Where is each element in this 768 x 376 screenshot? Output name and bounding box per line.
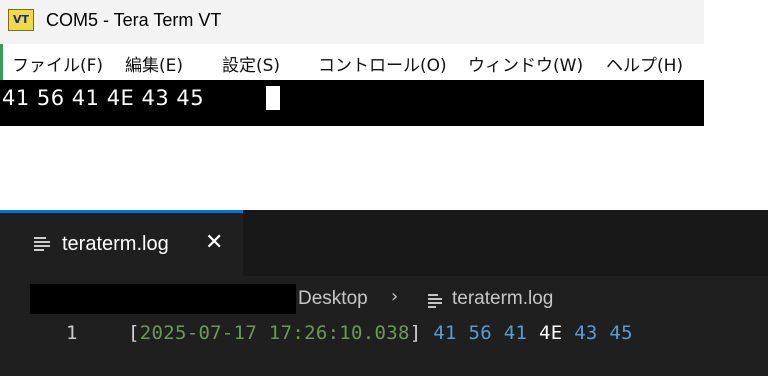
line-number: 1 [66,322,78,344]
menu-edit[interactable]: 編集(E) [125,51,183,76]
hex-value: 45 [609,322,633,344]
terminal-output: 41 56 41 4E 43 45 [2,86,205,110]
menu-control[interactable]: コントロール(O) [318,51,447,76]
hex-value: 4E [538,322,563,344]
hex-value: 43 [574,322,598,344]
tab-teraterm-log[interactable]: teraterm.log ✕ [0,210,243,276]
teraterm-window: VT COM5 - Tera Term VT ファイル(F) 編集(E) 設定(… [0,0,704,126]
menu-bar: ファイル(F) 編集(E) 設定(S) コントロール(O) ウィンドウ(W) ヘ… [0,44,704,80]
menu-help[interactable]: ヘルプ(H) [606,51,683,76]
chevron-right-icon: › [391,286,399,307]
window-title: COM5 - Tera Term VT [46,10,222,30]
text-file-icon [34,237,50,251]
open-bracket: [ [128,322,140,344]
teraterm-app-icon: VT [8,9,34,31]
close-bracket: ] [409,322,422,344]
text-file-icon [428,294,442,308]
menu-setup[interactable]: 設定(S) [222,51,280,76]
menu-bar-edge [0,44,3,80]
terminal-area[interactable]: 41 56 41 4E 43 45 [0,80,704,126]
hex-value: 56 [468,322,492,344]
breadcrumb-desktop[interactable]: Desktop [298,288,368,310]
tab-bar: teraterm.log ✕ [0,210,768,276]
terminal-cursor [266,86,280,110]
breadcrumb: Desktop › teraterm.log [0,282,768,314]
close-icon[interactable]: ✕ [205,231,223,255]
editor-window: teraterm.log ✕ Desktop › teraterm.log 1 … [0,210,768,376]
code-text: [2025-07-17 17:26:10.038] 41 56 41 4E 43… [128,322,633,344]
hex-value: 41 [503,322,528,344]
menu-file[interactable]: ファイル(F) [12,51,103,76]
hex-value: 41 [433,322,457,344]
title-bar: VT COM5 - Tera Term VT [0,0,704,44]
log-timestamp: 2025-07-17 17:26:10.038 [139,322,410,344]
menu-window[interactable]: ウィンドウ(W) [468,51,583,76]
redacted-path [30,284,296,314]
tab-label: teraterm.log [62,233,169,255]
code-line[interactable]: 1 [2025-07-17 17:26:10.038] 41 56 41 4E … [0,320,768,350]
breadcrumb-file[interactable]: teraterm.log [452,288,553,310]
